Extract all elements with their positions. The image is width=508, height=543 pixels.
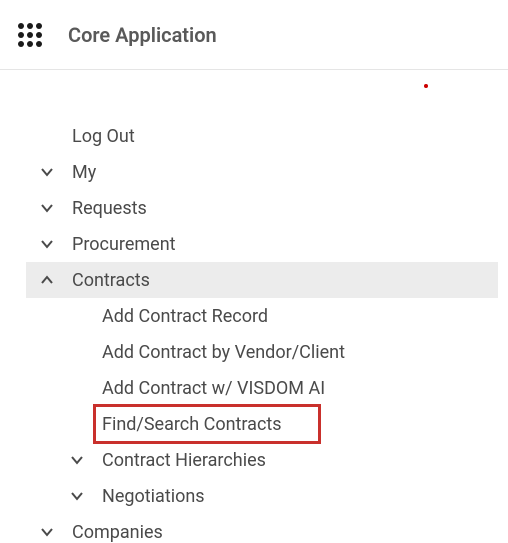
nav-label: Log Out <box>72 126 508 147</box>
nav-item-negotiations[interactable]: Negotiations <box>0 478 508 514</box>
nav-item-my[interactable]: My <box>0 154 508 190</box>
nav-label: Add Contract w/ VISDOM AI <box>102 378 508 399</box>
chevron-down-icon <box>70 489 84 503</box>
nav-item-contract-hierarchies[interactable]: Contract Hierarchies <box>0 442 508 478</box>
chevron-down-icon <box>70 453 84 467</box>
nav-label: My <box>72 162 508 183</box>
chevron-down-icon <box>40 525 54 539</box>
nav-item-requests[interactable]: Requests <box>0 190 508 226</box>
chevron-down-icon <box>40 201 54 215</box>
nav-item-procurement[interactable]: Procurement <box>0 226 508 262</box>
chevron-down-icon <box>40 165 54 179</box>
chevron-up-icon <box>40 273 54 287</box>
nav-item-find-search-contracts[interactable]: Find/Search Contracts <box>0 406 508 442</box>
nav-item-add-contract-visdom[interactable]: Add Contract w/ VISDOM AI <box>0 370 508 406</box>
nav-item-add-contract-vendor[interactable]: Add Contract by Vendor/Client <box>0 334 508 370</box>
nav-label: Add Contract by Vendor/Client <box>102 342 508 363</box>
nav-label: Add Contract Record <box>102 306 508 327</box>
nav-label: Procurement <box>72 234 508 255</box>
side-nav: Log Out My Requests Procurement Contract… <box>0 70 508 543</box>
chevron-down-icon <box>40 237 54 251</box>
nav-label: Negotiations <box>102 486 508 507</box>
nav-item-contracts[interactable]: Contracts <box>26 262 498 298</box>
app-header: Core Application <box>0 0 508 70</box>
nav-label: Find/Search Contracts <box>102 414 508 435</box>
app-title: Core Application <box>68 23 217 47</box>
nav-label: Companies <box>72 522 508 543</box>
apps-grid-icon[interactable] <box>16 21 44 49</box>
nav-item-add-contract-record[interactable]: Add Contract Record <box>0 298 508 334</box>
nav-label: Contract Hierarchies <box>102 450 508 471</box>
nav-item-logout[interactable]: Log Out <box>0 118 508 154</box>
nav-label: Contracts <box>72 270 498 291</box>
nav-item-companies[interactable]: Companies <box>0 514 508 543</box>
nav-label: Requests <box>72 198 508 219</box>
